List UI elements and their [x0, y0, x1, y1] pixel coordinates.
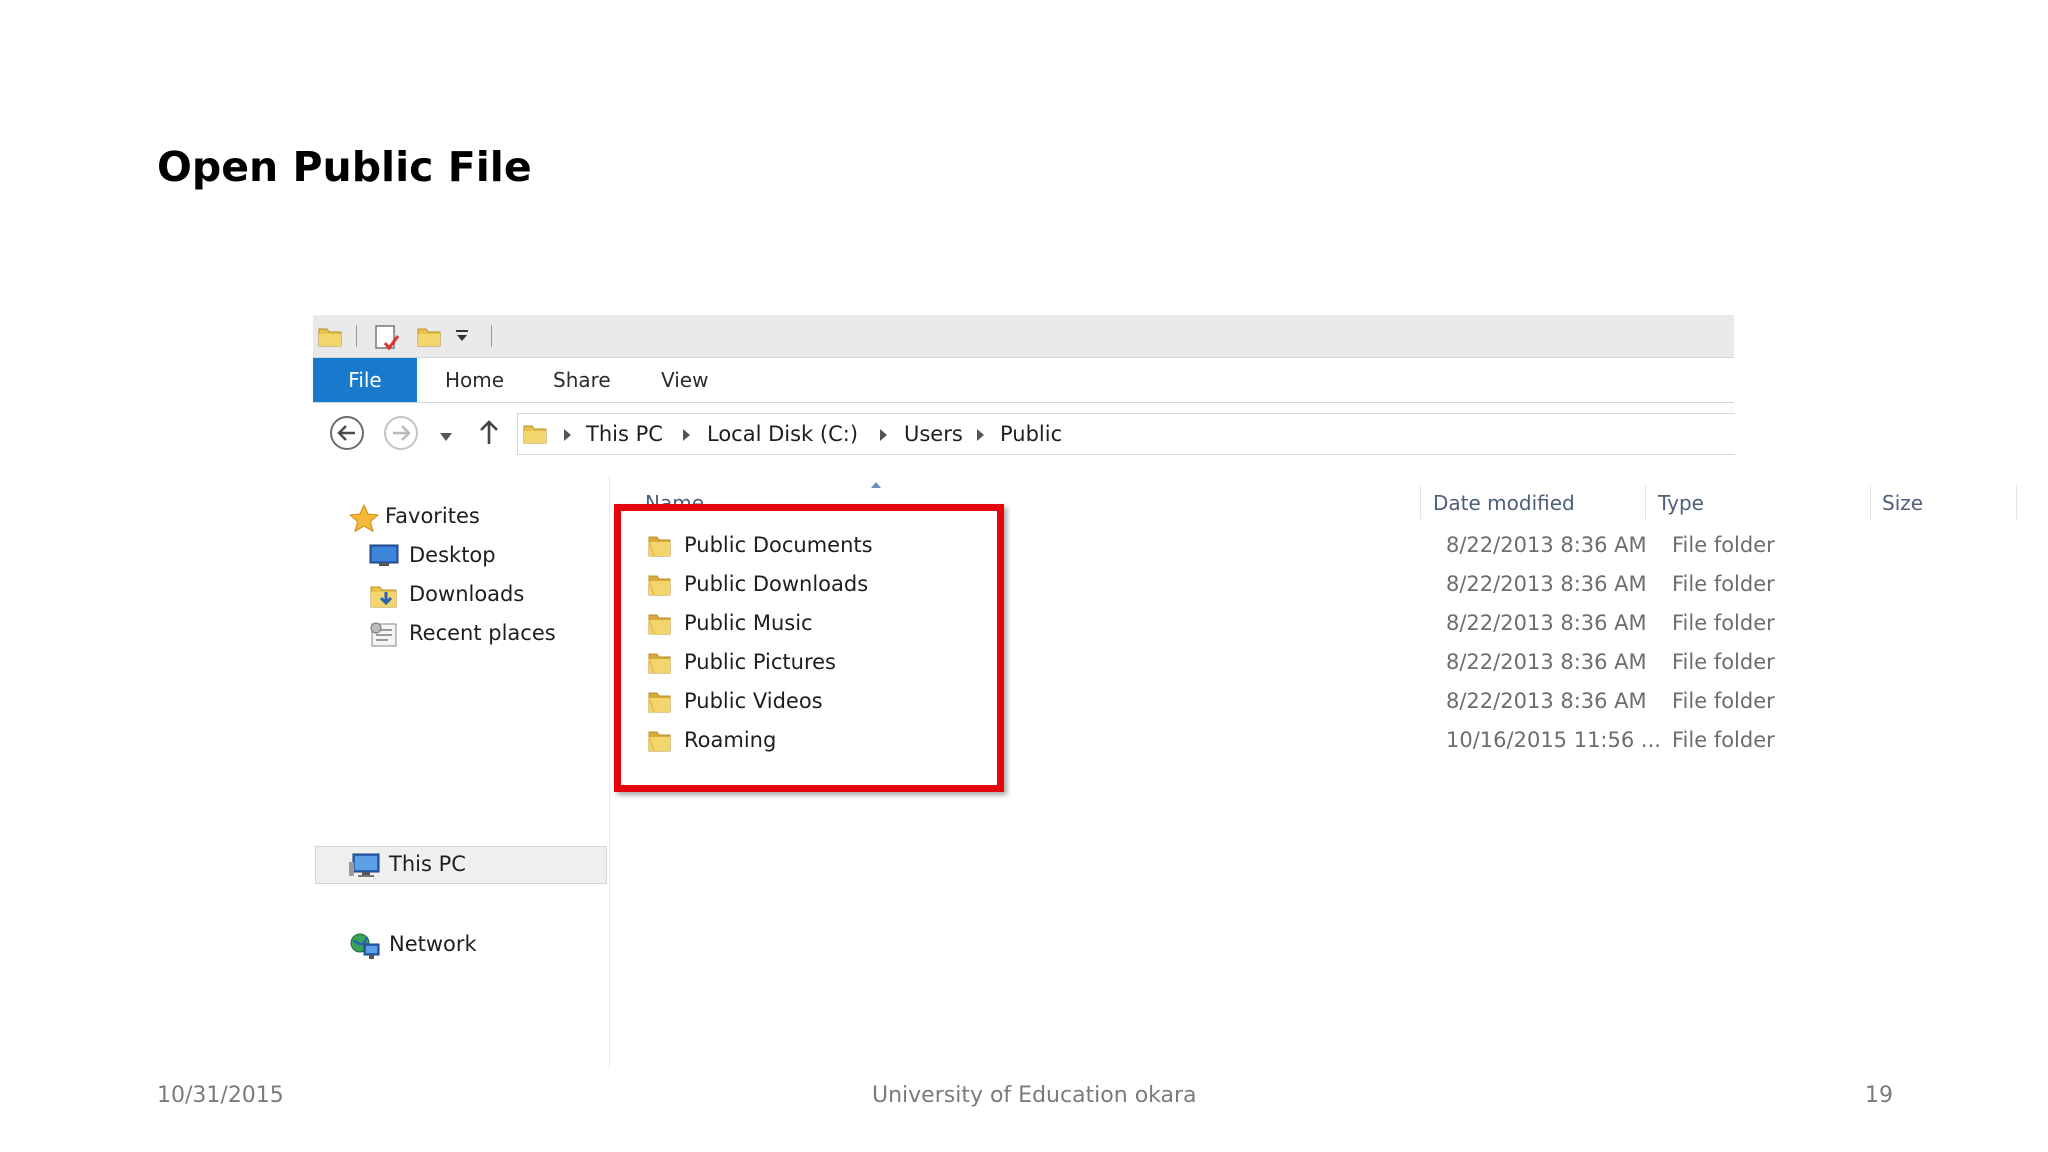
column-separator[interactable]	[2016, 485, 2017, 519]
file-date-modified: 8/22/2013 8:36 AM	[1446, 650, 1647, 674]
breadcrumb-arrow-icon[interactable]	[977, 429, 984, 441]
tab-home[interactable]: Home	[445, 358, 504, 402]
breadcrumb-public[interactable]: Public	[1000, 414, 1062, 454]
file-type: File folder	[1672, 650, 1775, 674]
column-separator[interactable]	[1870, 485, 1871, 519]
toolbar-separator	[356, 325, 357, 347]
file-date-modified: 8/22/2013 8:36 AM	[1446, 533, 1647, 557]
footer-page-number: 19	[1865, 1083, 1893, 1108]
recent-locations-chevron-icon[interactable]	[439, 427, 453, 446]
file-type: File folder	[1672, 533, 1775, 557]
toolbar-separator	[491, 325, 492, 347]
customize-toolbar-icon[interactable]	[454, 327, 470, 347]
network-icon	[349, 932, 381, 972]
tab-view[interactable]: View	[661, 358, 708, 402]
breadcrumb-arrow-icon[interactable]	[880, 429, 887, 441]
column-header-type[interactable]: Type	[1658, 475, 1704, 521]
folder-icon[interactable]	[317, 323, 343, 353]
slide-title: Open Public File	[157, 143, 532, 191]
sort-ascending-icon	[871, 482, 881, 488]
column-header-date-modified[interactable]: Date modified	[1433, 475, 1575, 521]
star-icon	[348, 503, 380, 542]
breadcrumb-local-disk[interactable]: Local Disk (C:)	[707, 414, 858, 454]
footer-date: 10/31/2015	[157, 1083, 284, 1108]
up-arrow-icon[interactable]	[478, 418, 500, 450]
column-header-size[interactable]: Size	[1882, 475, 1923, 521]
address-bar[interactable]: This PC Local Disk (C:) Users Public	[517, 413, 1735, 455]
breadcrumb-users[interactable]: Users	[904, 414, 963, 454]
quick-access-toolbar	[313, 315, 1734, 358]
footer-institution: University of Education okara	[872, 1083, 1197, 1108]
navigation-pane: Favorites Desktop Downloads Recent place…	[313, 475, 610, 1070]
computer-icon	[349, 852, 381, 890]
new-folder-icon[interactable]	[416, 323, 442, 353]
file-date-modified: 10/16/2015 11:56 ...	[1446, 728, 1661, 752]
navigation-bar: This PC Local Disk (C:) Users Public	[313, 413, 1735, 459]
breadcrumb-arrow-icon[interactable]	[683, 429, 690, 441]
forward-arrow-icon[interactable]	[383, 415, 419, 455]
tab-share[interactable]: Share	[553, 358, 611, 402]
desktop-icon	[369, 543, 399, 577]
properties-icon[interactable]	[373, 323, 401, 355]
breadcrumb-this-pc[interactable]: This PC	[586, 414, 663, 454]
file-explorer-window: File Home Share View This PC Local Disk …	[313, 315, 2017, 1070]
back-arrow-icon[interactable]	[329, 415, 365, 455]
folder-icon	[522, 420, 548, 450]
file-type: File folder	[1672, 689, 1775, 713]
recent-places-icon	[369, 621, 399, 659]
breadcrumb-arrow-icon[interactable]	[564, 429, 571, 441]
downloads-icon	[369, 582, 399, 620]
column-separator[interactable]	[1420, 485, 1421, 519]
column-separator[interactable]	[1645, 485, 1646, 519]
file-date-modified: 8/22/2013 8:36 AM	[1446, 572, 1647, 596]
file-type: File folder	[1672, 611, 1775, 635]
ribbon-tabs: File Home Share View	[313, 358, 1734, 403]
file-date-modified: 8/22/2013 8:36 AM	[1446, 689, 1647, 713]
file-date-modified: 8/22/2013 8:36 AM	[1446, 611, 1647, 635]
red-highlight-box	[614, 504, 1004, 792]
file-type: File folder	[1672, 572, 1775, 596]
file-type: File folder	[1672, 728, 1775, 752]
tab-file[interactable]: File	[313, 358, 417, 402]
